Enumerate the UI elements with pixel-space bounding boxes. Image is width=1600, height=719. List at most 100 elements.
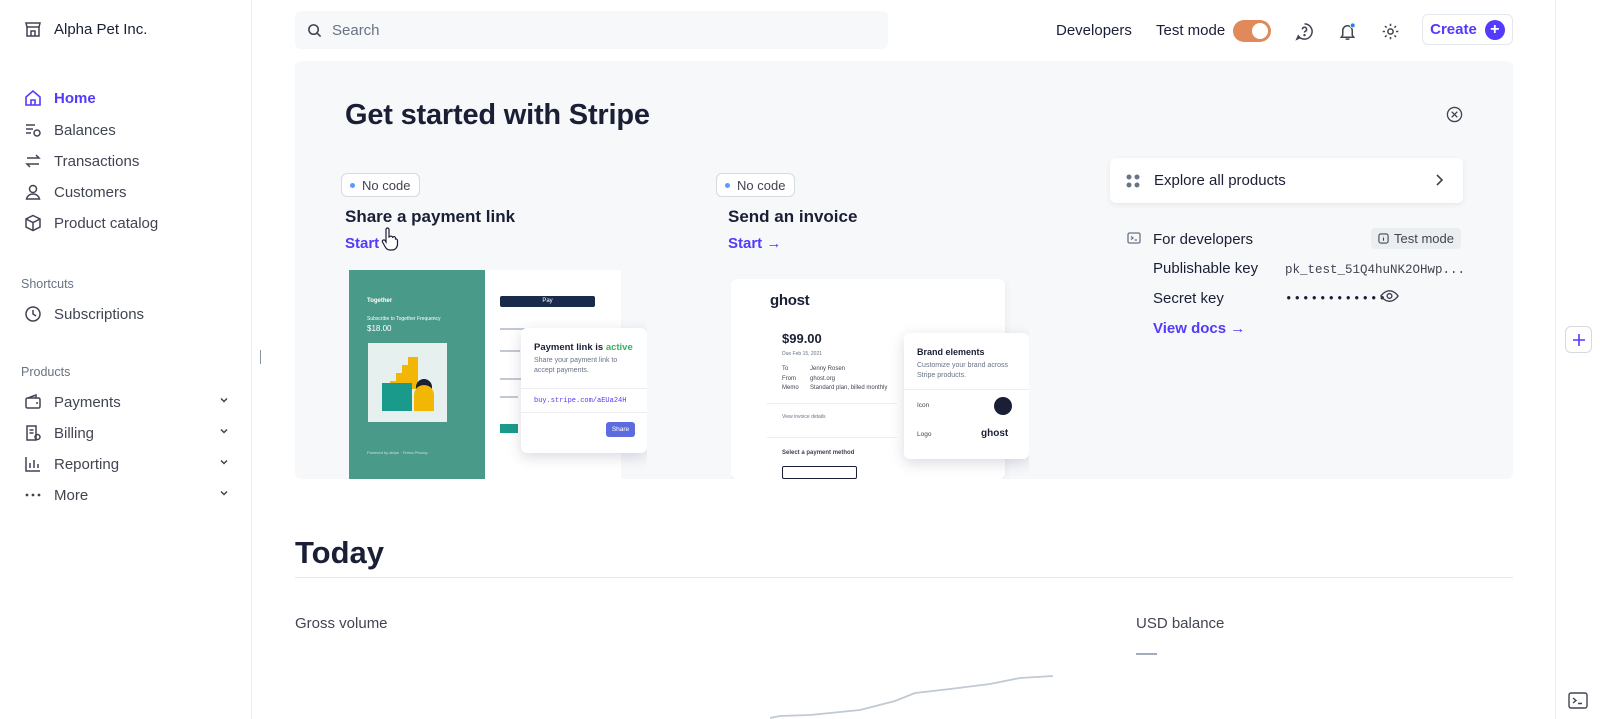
from-value: ghost.org bbox=[810, 376, 836, 382]
divider bbox=[767, 437, 897, 438]
stripe-dashboard: Alpha Pet Inc. Home Balances Transaction… bbox=[0, 0, 1600, 719]
sidebar-item-home[interactable]: Home bbox=[24, 86, 230, 110]
bell-icon bbox=[1339, 21, 1356, 40]
sidebar-item-balances[interactable]: Balances bbox=[24, 118, 230, 142]
sidebar-item-product-catalog[interactable]: Product catalog bbox=[24, 211, 230, 235]
chevron-right-icon bbox=[1436, 174, 1444, 186]
payment-link-illustration: Together Subscribe to Together Frequency… bbox=[349, 270, 647, 479]
gross-volume-sparkline bbox=[769, 675, 1054, 719]
test-mode-badge: Test mode bbox=[1371, 228, 1461, 249]
secret-key-label: Secret key bbox=[1153, 290, 1224, 307]
customers-icon bbox=[25, 184, 41, 200]
shapes-illustration bbox=[382, 357, 434, 411]
gross-volume-label[interactable]: Gross volume bbox=[295, 615, 388, 632]
memo-value: Standard plan, billed monthly bbox=[810, 385, 888, 391]
today-divider bbox=[295, 577, 1513, 578]
product-art bbox=[368, 343, 447, 422]
price-text: $18.00 bbox=[367, 324, 392, 333]
help-button[interactable] bbox=[1293, 20, 1315, 42]
logo-label: Logo bbox=[917, 431, 932, 438]
transactions-icon bbox=[25, 154, 41, 168]
plus-icon: + bbox=[1484, 19, 1505, 40]
usd-balance-placeholder bbox=[1136, 653, 1157, 655]
plus-icon bbox=[1572, 333, 1585, 346]
clock-icon bbox=[25, 306, 41, 322]
developers-link[interactable]: Developers bbox=[1056, 22, 1132, 39]
no-code-badge: No code bbox=[341, 173, 421, 197]
sidebar-item-label: Product catalog bbox=[54, 214, 159, 232]
notifications-button[interactable] bbox=[1336, 20, 1358, 42]
test-mode-toggle[interactable] bbox=[1233, 20, 1271, 42]
form-button bbox=[500, 424, 518, 433]
help-icon bbox=[1294, 22, 1313, 41]
add-widget-button[interactable] bbox=[1565, 326, 1592, 353]
sidebar-item-subscriptions[interactable]: Subscriptions bbox=[24, 302, 230, 326]
view-docs-link[interactable]: View docs → bbox=[1153, 320, 1245, 337]
pay-button-preview: Pay bbox=[500, 296, 595, 307]
terminal-icon[interactable] bbox=[1568, 692, 1588, 709]
chevron-down-icon[interactable] bbox=[218, 394, 230, 406]
payment-link-start-link[interactable]: Start bbox=[345, 235, 379, 252]
sidebar-item-label: Home bbox=[54, 89, 96, 107]
sidebar-item-transactions[interactable]: Transactions bbox=[24, 149, 230, 173]
eye-icon[interactable] bbox=[1380, 289, 1399, 303]
more-dots-icon bbox=[25, 493, 41, 497]
subscribe-text: Subscribe to Together Frequency bbox=[367, 316, 441, 322]
share-button-preview: Share bbox=[606, 422, 635, 437]
from-label: From bbox=[782, 376, 796, 382]
sidebar-item-label: Transactions bbox=[54, 152, 140, 170]
info-icon bbox=[1378, 233, 1389, 244]
account-switcher[interactable]: Alpha Pet Inc. bbox=[24, 20, 147, 38]
payment-method-text: Select a payment method bbox=[782, 450, 855, 456]
sidebar-item-reporting[interactable]: Reporting bbox=[24, 452, 230, 476]
sidebar-item-payments[interactable]: Payments bbox=[24, 390, 230, 414]
sidebar-item-label: Subscriptions bbox=[54, 305, 145, 323]
popup-text: Share your payment link to accept paymen… bbox=[534, 357, 618, 374]
card-field-preview bbox=[782, 466, 857, 479]
invoice-amount: $99.00 bbox=[782, 331, 822, 346]
payment-link-popup: Payment link is active Share your paymen… bbox=[521, 328, 647, 453]
today-heading: Today bbox=[295, 535, 384, 570]
sidebar-item-label: Billing bbox=[54, 424, 95, 442]
sidebar: Alpha Pet Inc. Home Balances Transaction… bbox=[0, 0, 252, 719]
invoice-title: Send an invoice bbox=[728, 207, 858, 226]
badge-label: No code bbox=[737, 177, 786, 193]
get-started-title: Get started with Stripe bbox=[345, 99, 650, 131]
popup-title: Payment link is active bbox=[534, 342, 633, 353]
search-input[interactable] bbox=[332, 21, 872, 39]
sidebar-resize-handle[interactable] bbox=[260, 350, 261, 364]
bar-chart-icon bbox=[25, 457, 40, 472]
hand-cursor-icon bbox=[381, 227, 399, 251]
grid-icon bbox=[1126, 174, 1140, 187]
explore-products-button[interactable]: Explore all products bbox=[1110, 158, 1463, 203]
search-bar[interactable] bbox=[295, 11, 888, 49]
sidebar-item-label: More bbox=[54, 486, 89, 504]
usd-balance-label[interactable]: USD balance bbox=[1136, 615, 1224, 632]
terminal-icon bbox=[1127, 232, 1141, 244]
test-mode-label: Test mode bbox=[1156, 22, 1226, 39]
settings-button[interactable] bbox=[1379, 20, 1401, 42]
close-icon[interactable] bbox=[1446, 106, 1463, 123]
ghost-icon bbox=[994, 397, 1012, 415]
publishable-key-value[interactable]: pk_test_51Q4huNK2OHwp... bbox=[1285, 263, 1465, 277]
form-line bbox=[500, 350, 520, 352]
sidebar-item-more[interactable]: More bbox=[24, 483, 230, 507]
checkout-preview-left: Together Subscribe to Together Frequency… bbox=[349, 270, 485, 479]
footer-text: Powered by stripe · Terms Privacy bbox=[367, 450, 428, 455]
for-developers-heading: For developers bbox=[1153, 231, 1254, 248]
chevron-down-icon[interactable] bbox=[218, 456, 230, 468]
chevron-down-icon[interactable] bbox=[218, 487, 230, 499]
product-catalog-icon bbox=[25, 214, 41, 232]
create-button[interactable]: Create + bbox=[1422, 14, 1513, 45]
right-rail bbox=[1555, 0, 1600, 719]
payment-link-title: Share a payment link bbox=[345, 207, 516, 226]
sidebar-item-customers[interactable]: Customers bbox=[24, 180, 230, 204]
invoice-start-link[interactable]: Start → bbox=[728, 235, 781, 252]
sidebar-item-label: Payments bbox=[54, 393, 121, 411]
sidebar-item-billing[interactable]: Billing bbox=[24, 421, 230, 445]
ghost-logo: ghost bbox=[770, 292, 810, 309]
chevron-down-icon[interactable] bbox=[218, 425, 230, 437]
search-icon bbox=[308, 23, 322, 37]
invoice-illustration: ghost $99.00 Due Feb 15, 2021 To Jenny R… bbox=[731, 279, 1029, 479]
ghost-logo-small: ghost bbox=[981, 428, 1009, 439]
